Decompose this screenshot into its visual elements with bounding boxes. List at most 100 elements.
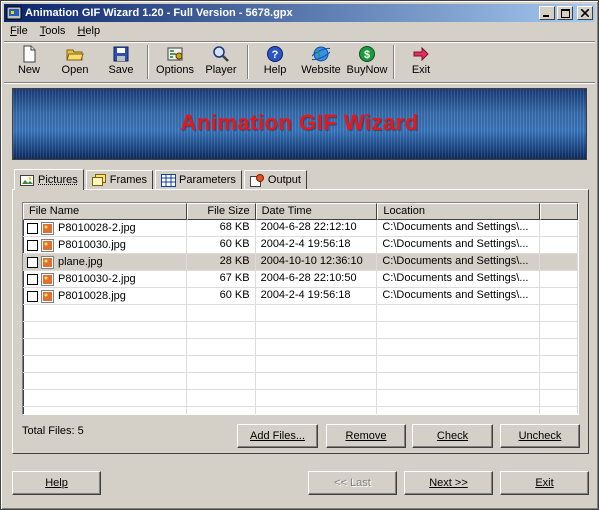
- empty-cell: [377, 390, 541, 406]
- empty-cell: [187, 305, 256, 321]
- add-files-button[interactable]: Add Files...: [237, 424, 318, 448]
- app-window: Animation GIF Wizard 1.20 - Full Version…: [0, 0, 599, 510]
- row-checkbox[interactable]: [27, 273, 38, 285]
- table-row[interactable]: P8010030.jpg 60 KB 2004-2-4 19:56:18 C:\…: [23, 237, 578, 254]
- minimize-button[interactable]: [539, 6, 555, 20]
- empty-cell: [377, 373, 541, 389]
- menu-help[interactable]: Help: [71, 23, 106, 41]
- next-button[interactable]: Next >>: [404, 471, 493, 495]
- empty-row: [23, 373, 578, 390]
- remove-button[interactable]: Remove: [326, 424, 406, 448]
- svg-text:$: $: [364, 49, 370, 61]
- table-row[interactable]: P8010028.jpg 60 KB 2004-2-4 19:56:18 C:\…: [23, 288, 578, 305]
- maximize-button[interactable]: [557, 6, 573, 20]
- open-folder-icon: [66, 49, 84, 61]
- row-checkbox[interactable]: [27, 222, 38, 234]
- row-checkbox[interactable]: [27, 290, 38, 302]
- file-list[interactable]: File Name File Size Date Time Location P…: [22, 202, 579, 415]
- empty-cell: [540, 356, 578, 372]
- pictures-panel: File Name File Size Date Time Location P…: [12, 189, 589, 454]
- empty-cell: [540, 322, 578, 338]
- image-file-icon: [41, 221, 54, 235]
- tab-pictures[interactable]: Pictures: [14, 169, 84, 190]
- table-row-selected[interactable]: plane.jpg 28 KB 2004-10-10 12:36:10 C:\D…: [23, 254, 578, 271]
- row-checkbox[interactable]: [27, 239, 38, 251]
- column-date-time[interactable]: Date Time: [255, 203, 378, 220]
- menu-file[interactable]: File: [4, 23, 34, 41]
- file-name: plane.jpg: [58, 256, 103, 268]
- empty-cell: [23, 356, 187, 372]
- help-button[interactable]: ? Help: [252, 44, 298, 80]
- total-files-label: Total Files: 5: [22, 425, 84, 437]
- menu-tools[interactable]: Tools: [34, 23, 72, 41]
- cell-file-size: 67 KB: [187, 271, 256, 287]
- empty-cell: [187, 339, 256, 355]
- help-nav-button[interactable]: Help: [12, 471, 101, 495]
- empty-cell: [377, 356, 541, 372]
- empty-cell: [23, 339, 187, 355]
- last-button[interactable]: << Last: [308, 471, 397, 495]
- empty-cell: [256, 322, 378, 338]
- tab-output[interactable]: Output: [243, 170, 307, 189]
- new-button[interactable]: New: [6, 44, 52, 80]
- empty-row: [23, 390, 578, 407]
- minimize-icon: [543, 15, 549, 17]
- player-button[interactable]: Player: [198, 44, 244, 80]
- image-file-icon: [41, 238, 54, 252]
- empty-cell: [540, 407, 578, 414]
- toolbar-separator: [247, 45, 249, 79]
- save-button[interactable]: Save: [98, 44, 144, 80]
- empty-row: [23, 305, 578, 322]
- remove-label: Remove: [345, 430, 387, 442]
- cell-file-name: P8010028-2.jpg: [23, 220, 187, 236]
- column-file-size[interactable]: File Size: [186, 203, 256, 220]
- empty-row: [23, 356, 578, 373]
- file-name: P8010030.jpg: [58, 239, 126, 251]
- website-label: Website: [301, 64, 341, 76]
- banner: Animation GIF Wizard: [12, 88, 587, 160]
- table-row[interactable]: P8010030-2.jpg 67 KB 2004-6-28 22:10:50 …: [23, 271, 578, 288]
- buynow-label: BuyNow: [346, 64, 388, 76]
- maximize-icon: [560, 8, 570, 18]
- cell-file-name: plane.jpg: [23, 254, 187, 270]
- help-question-icon: ?: [267, 46, 283, 62]
- empty-cell: [540, 390, 578, 406]
- open-button[interactable]: Open: [52, 44, 98, 80]
- tab-parameters[interactable]: Parameters: [155, 170, 242, 189]
- uncheck-label: Uncheck: [518, 430, 562, 442]
- cell-filler: [540, 271, 578, 287]
- empty-cell: [187, 407, 256, 414]
- table-row[interactable]: P8010028-2.jpg 68 KB 2004-6-28 22:12:10 …: [23, 220, 578, 237]
- cell-file-size: 28 KB: [187, 254, 256, 270]
- empty-cell: [540, 339, 578, 355]
- column-file-name[interactable]: File Name: [23, 203, 187, 220]
- column-filler: [540, 203, 578, 220]
- exit-label: Exit: [411, 64, 431, 76]
- options-button[interactable]: Options: [152, 44, 198, 80]
- globe-icon: [312, 46, 330, 62]
- cell-date-time: 2004-6-28 22:12:10: [256, 220, 378, 236]
- empty-cell: [540, 373, 578, 389]
- window-title: Animation GIF Wizard 1.20 - Full Version…: [25, 7, 293, 19]
- cell-date-time: 2004-2-4 19:56:18: [256, 237, 378, 253]
- empty-cell: [256, 339, 378, 355]
- cell-file-size: 60 KB: [187, 237, 256, 253]
- help-label: Help: [263, 64, 287, 76]
- title-bar[interactable]: Animation GIF Wizard 1.20 - Full Version…: [4, 4, 595, 22]
- column-location[interactable]: Location: [377, 203, 541, 220]
- buynow-button[interactable]: $ BuyNow: [344, 44, 390, 80]
- exit-nav-button[interactable]: Exit: [500, 471, 589, 495]
- tab-frames[interactable]: Frames: [85, 170, 154, 189]
- tab-parameters-label: Parameters: [179, 174, 236, 186]
- uncheck-button[interactable]: Uncheck: [500, 424, 580, 448]
- check-button[interactable]: Check: [412, 424, 493, 448]
- row-checkbox[interactable]: [27, 256, 38, 268]
- menu-divider: [4, 41, 595, 43]
- app-icon: [6, 6, 22, 20]
- website-button[interactable]: Website: [298, 44, 344, 80]
- exit-button[interactable]: Exit: [398, 44, 444, 80]
- menu-file-accel: F: [10, 25, 17, 37]
- tab-frames-label: Frames: [109, 174, 148, 186]
- close-button[interactable]: [577, 6, 593, 20]
- cell-file-name: P8010030-2.jpg: [23, 271, 187, 287]
